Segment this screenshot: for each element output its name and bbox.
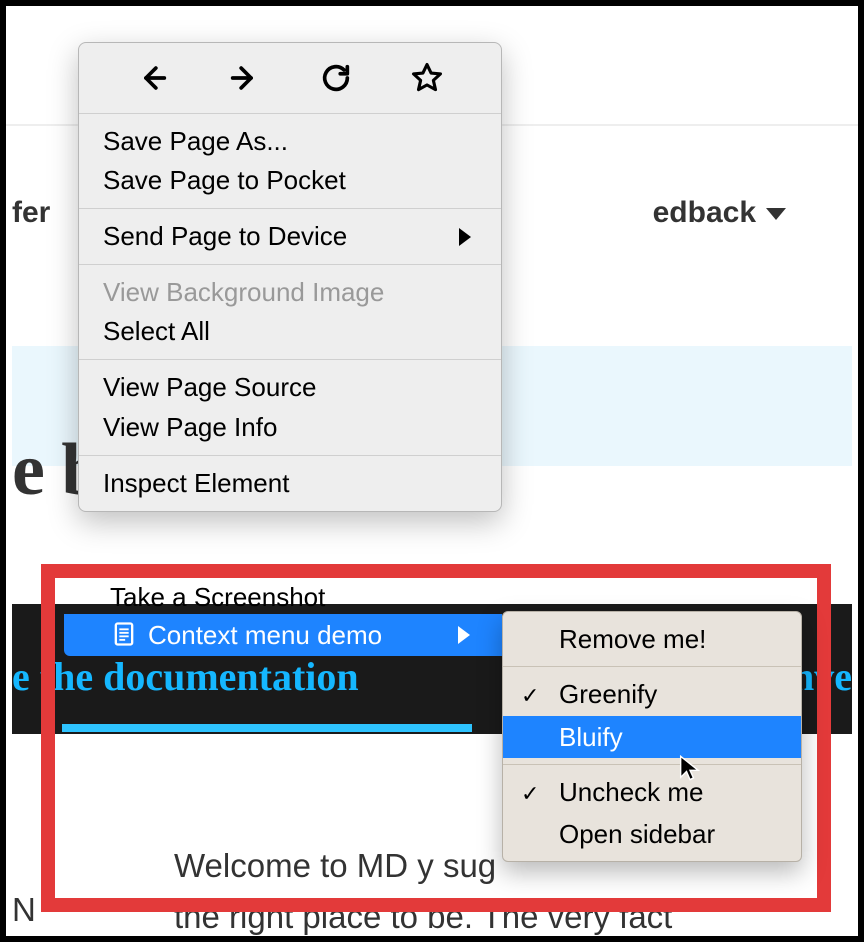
check-icon: ✓ [521, 777, 539, 811]
submenu-context-menu-demo: Remove me! ✓ Greenify Bluify ✓Uncheck me … [502, 611, 802, 862]
submenu-group-1: Remove me! [503, 612, 801, 666]
back-icon[interactable] [136, 61, 170, 95]
document-icon [110, 620, 138, 648]
forward-icon[interactable] [227, 61, 261, 95]
submenu-item-label: Remove me! [559, 624, 706, 654]
submenu-item-label: Bluify [559, 722, 623, 752]
menu-item-label: View Page Source [103, 370, 316, 405]
nav-fragment-right-text: edback [653, 196, 756, 229]
menu-item-label: Save Page to Pocket [103, 163, 346, 198]
star-icon[interactable] [410, 61, 444, 95]
reload-icon[interactable] [319, 61, 353, 95]
menu-group-save: Save Page As... Save Page to Pocket [79, 114, 501, 208]
chevron-down-icon [766, 208, 786, 220]
menu-item-context-menu-demo[interactable]: Context menu demo [64, 614, 502, 656]
menu-item-label: View Background Image [103, 275, 384, 310]
menu-item-label: Select All [103, 314, 210, 349]
menu-item-label: Context menu demo [148, 620, 382, 651]
menu-item-select-all[interactable]: Select All [79, 312, 501, 351]
mouse-cursor-icon [676, 754, 704, 782]
submenu-group-2: ✓ Greenify Bluify [503, 667, 801, 764]
nav-fragment-left: fer [12, 196, 50, 230]
submenu-item-remove-me[interactable]: Remove me! [503, 618, 801, 660]
menu-item-view-page-source[interactable]: View Page Source [79, 368, 501, 407]
menu-item-inspect-element[interactable]: Inspect Element [79, 464, 501, 503]
submenu-item-open-sidebar[interactable]: Open sidebar [503, 813, 801, 855]
menu-group-send: Send Page to Device [79, 209, 501, 264]
submenu-item-label: Open sidebar [559, 819, 715, 849]
submenu-item-uncheck-me[interactable]: ✓Uncheck me [503, 771, 801, 813]
left-side-fragment: N [12, 891, 36, 929]
menu-group-view-source: View Page Source View Page Info [79, 360, 501, 454]
chevron-right-icon [459, 228, 471, 246]
menu-item-label: Inspect Element [103, 466, 289, 501]
menu-item-label: View Page Info [103, 410, 277, 445]
check-icon: ✓ [521, 679, 539, 713]
menu-item-label: Save Page As... [103, 124, 288, 159]
context-menu: Save Page As... Save Page to Pocket Send… [78, 42, 502, 512]
menu-item-view-page-info[interactable]: View Page Info [79, 408, 501, 447]
nav-fragment-right: edback [653, 196, 786, 230]
menu-group-inspect: Inspect Element [79, 456, 501, 511]
submenu-item-bluify[interactable]: Bluify [503, 716, 801, 758]
submenu-group-3: ✓Uncheck me Open sidebar [503, 765, 801, 862]
submenu-item-label: Greenify [559, 679, 657, 709]
menu-item-save-page-as[interactable]: Save Page As... [79, 122, 501, 161]
menu-item-view-background-image: View Background Image [79, 273, 501, 312]
menu-item-send-to-device[interactable]: Send Page to Device [79, 217, 501, 256]
menu-item-label: Send Page to Device [103, 219, 347, 254]
menu-item-save-to-pocket[interactable]: Save Page to Pocket [79, 161, 501, 200]
chevron-right-icon [458, 626, 470, 644]
context-menu-icon-row [79, 43, 501, 113]
submenu-item-greenify[interactable]: ✓ Greenify [503, 673, 801, 715]
menu-item-take-screenshot[interactable]: Take a Screenshot [110, 582, 325, 613]
menu-group-view-bg: View Background Image Select All [79, 265, 501, 359]
